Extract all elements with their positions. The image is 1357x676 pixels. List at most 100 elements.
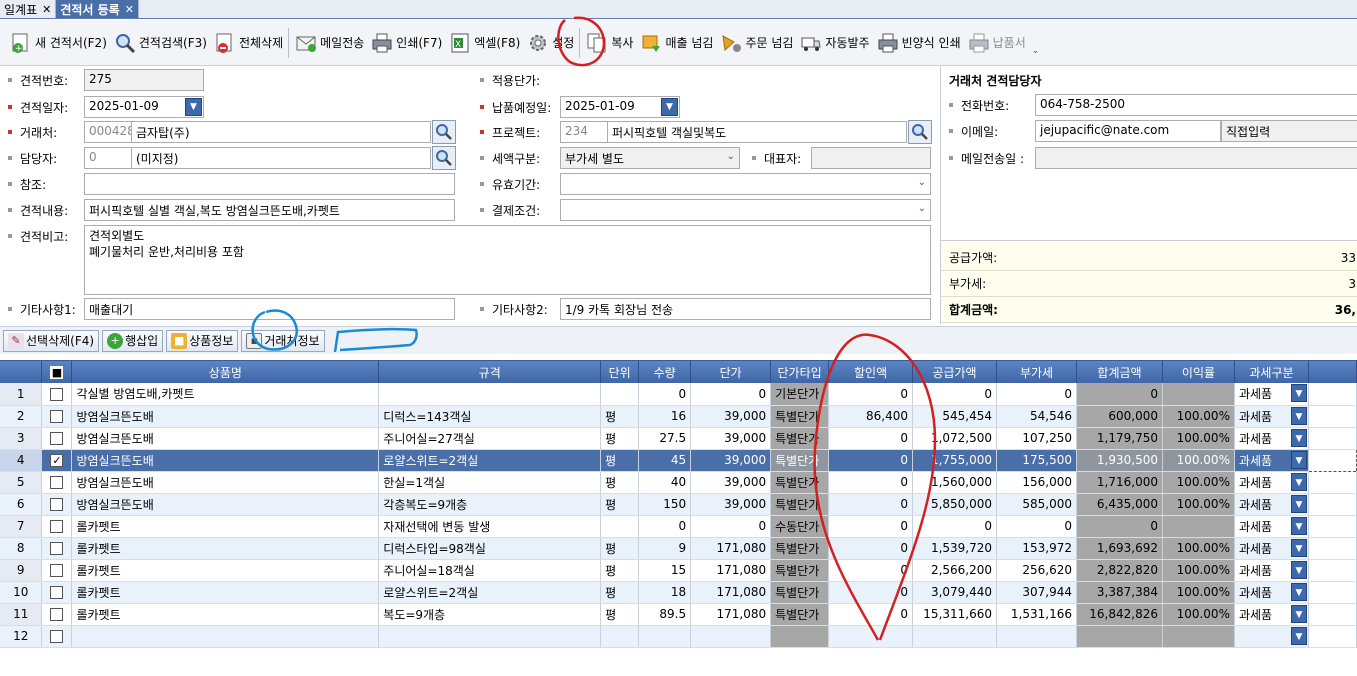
valid-select[interactable]: ⌄ xyxy=(560,173,931,195)
cell-margin[interactable] xyxy=(1162,625,1235,648)
cell-qty[interactable]: 40 xyxy=(638,471,692,494)
col-header[interactable]: 할인액 xyxy=(828,361,914,383)
cell-price[interactable]: 171,080 xyxy=(690,581,772,604)
cell-unit[interactable]: 평 xyxy=(600,405,640,428)
cell-qty[interactable]: 9 xyxy=(638,537,692,560)
close-icon[interactable]: ✕ xyxy=(42,3,51,16)
reference-field[interactable] xyxy=(84,173,455,195)
cell-price[interactable]: 39,000 xyxy=(690,427,772,450)
cell-name[interactable]: 롤카펫트 xyxy=(71,581,380,604)
checkbox[interactable] xyxy=(50,542,64,555)
cell-ptype[interactable]: 특별단가 xyxy=(770,559,830,582)
cell-tax[interactable]: 과세품 ▼ xyxy=(1234,383,1309,406)
to-order-button[interactable]: 주문 넘김 xyxy=(716,26,796,60)
cell-ptype[interactable]: 특별단가 xyxy=(770,603,830,626)
tax-select[interactable]: 부가세 별도 ⌄ xyxy=(560,147,740,169)
cell-tax[interactable]: 과세품 ▼ xyxy=(1234,405,1309,428)
col-header[interactable]: 공급가액 xyxy=(912,361,998,383)
cell-price[interactable] xyxy=(690,625,772,648)
cell-ptype[interactable] xyxy=(770,625,830,648)
checkbox[interactable] xyxy=(50,608,64,621)
cell-price[interactable]: 39,000 xyxy=(690,471,772,494)
delete-selected-button[interactable]: ✎ 선택삭제(F4) xyxy=(3,329,100,352)
row-checkbox[interactable] xyxy=(41,493,73,516)
cell-tax[interactable]: 과세품 ▼ xyxy=(1234,493,1309,516)
cell-qty[interactable]: 27.5 xyxy=(638,427,692,450)
cell-margin[interactable] xyxy=(1162,383,1235,406)
col-header[interactable]: 합계금액 xyxy=(1076,361,1163,383)
cell-vat[interactable]: 1,531,166 xyxy=(996,603,1077,626)
cell-vat[interactable]: 0 xyxy=(996,515,1077,538)
cell-discount[interactable] xyxy=(828,625,914,648)
cell-vat[interactable]: 54,546 xyxy=(996,405,1077,428)
cell-supply[interactable]: 0 xyxy=(912,515,998,538)
cell-spec[interactable]: 로얄스위트=2객실 xyxy=(378,449,602,472)
cell-unit[interactable]: 평 xyxy=(600,449,640,472)
table-row[interactable]: 12 ▼ xyxy=(0,625,1357,648)
cell-margin[interactable]: 100.00% xyxy=(1162,559,1235,582)
row-number[interactable]: 2 xyxy=(0,405,43,428)
cell-total[interactable]: 1,716,000 xyxy=(1076,471,1163,494)
cell-discount[interactable]: 86,400 xyxy=(828,405,914,428)
cell-margin[interactable]: 100.00% xyxy=(1162,581,1235,604)
cell-ptype[interactable]: 수동단가 xyxy=(770,515,830,538)
row-checkbox[interactable] xyxy=(41,603,73,626)
cell-margin[interactable] xyxy=(1162,515,1235,538)
table-row[interactable]: 8 롤카펫트 디럭스타입=98객실 평 9 171,080 특별단가 0 1,539,720 15… xyxy=(0,537,1357,560)
cell-vat[interactable]: 153,972 xyxy=(996,537,1077,560)
etc2-field[interactable]: 1/9 카톡 회장님 전송 xyxy=(560,298,931,320)
row-checkbox[interactable] xyxy=(41,625,73,648)
remark-textarea[interactable]: 견적외별도 폐기물처리 운반,처리비용 포함 xyxy=(84,225,931,295)
cell-unit[interactable]: 평 xyxy=(600,581,640,604)
cell-margin[interactable]: 100.00% xyxy=(1162,537,1235,560)
cell-qty[interactable]: 150 xyxy=(638,493,692,516)
cell-tax[interactable]: ▼ xyxy=(1234,625,1309,648)
cell-total[interactable]: 1,693,692 xyxy=(1076,537,1163,560)
table-row[interactable]: 5 방염실크뜬도배 한실=1객실 평 40 39,000 특별단가 0 1,560,000 156… xyxy=(0,471,1357,494)
cell-ptype[interactable]: 특별단가 xyxy=(770,493,830,516)
project-search-button[interactable] xyxy=(908,120,932,144)
payment-select[interactable]: ⌄ xyxy=(560,199,931,221)
chevron-down-icon[interactable]: ▼ xyxy=(185,98,202,116)
cell-total[interactable]: 0 xyxy=(1076,383,1163,406)
cell-spec[interactable]: 복도=9개층 xyxy=(378,603,602,626)
chevron-down-icon[interactable]: ▼ xyxy=(1290,384,1307,402)
row-checkbox[interactable] xyxy=(41,405,73,428)
delivery-date-field[interactable]: 2025-01-09 ▼ xyxy=(560,96,680,118)
table-row[interactable]: 9 롤카펫트 주니어실=18객실 평 15 171,080 특별단가 0 2,566,200 25… xyxy=(0,559,1357,582)
table-row[interactable]: 11 롤카펫트 복도=9개층 평 89.5 171,080 특별단가 0 15,311,660 1… xyxy=(0,603,1357,626)
col-header[interactable]: 부가세 xyxy=(996,361,1077,383)
cell-supply[interactable] xyxy=(912,625,998,648)
table-row[interactable]: 4 ✓ 방염실크뜬도배 로얄스위트=2객실 평 45 39,000 특별단가 0 1,755,00… xyxy=(0,448,1357,472)
cell-vat[interactable]: 256,620 xyxy=(996,559,1077,582)
cell-spec[interactable]: 한실=1객실 xyxy=(378,471,602,494)
cell-margin[interactable]: 100.00% xyxy=(1162,449,1235,472)
manager-code-field[interactable]: 0 xyxy=(84,147,132,169)
client-search-button[interactable] xyxy=(432,120,456,144)
etc1-field[interactable]: 매출대기 xyxy=(84,298,455,320)
cell-discount[interactable]: 0 xyxy=(828,427,914,450)
cell-total[interactable]: 1,930,500 xyxy=(1076,449,1163,472)
cell-total[interactable]: 16,842,826 xyxy=(1076,603,1163,626)
checkbox[interactable] xyxy=(50,564,64,577)
checkbox[interactable] xyxy=(50,432,64,445)
cell-name[interactable]: 방염실크뜬도배 xyxy=(71,405,380,428)
chevron-down-icon[interactable]: ▼ xyxy=(1290,428,1307,447)
cell-unit[interactable] xyxy=(600,625,640,648)
select-all-checkbox[interactable]: ■ xyxy=(41,361,73,383)
cell-unit[interactable]: 평 xyxy=(600,427,640,450)
cell-tax[interactable]: 과세품 ▼ xyxy=(1234,537,1309,560)
cell-tax[interactable]: 과세품 ▼ xyxy=(1234,427,1309,450)
table-row[interactable]: 3 방염실크뜬도배 주니어실=27객실 평 27.5 39,000 특별단가 0 1,072,5… xyxy=(0,427,1357,450)
cell-supply[interactable]: 3,079,440 xyxy=(912,581,998,604)
cell-margin[interactable]: 100.00% xyxy=(1162,405,1235,428)
cell-spec[interactable]: 각층복도=9개층 xyxy=(378,493,602,516)
row-number[interactable]: 8 xyxy=(0,537,43,560)
cell-unit[interactable]: 평 xyxy=(600,493,640,516)
cell-ptype[interactable]: 특별단가 xyxy=(770,427,830,450)
quote-no-field[interactable]: 275 xyxy=(84,69,204,91)
project-name-field[interactable]: 퍼시픽호텔 객실및복도 xyxy=(607,121,907,143)
checkbox[interactable] xyxy=(50,630,64,643)
cell-discount[interactable]: 0 xyxy=(828,515,914,538)
cell-supply[interactable]: 5,850,000 xyxy=(912,493,998,516)
